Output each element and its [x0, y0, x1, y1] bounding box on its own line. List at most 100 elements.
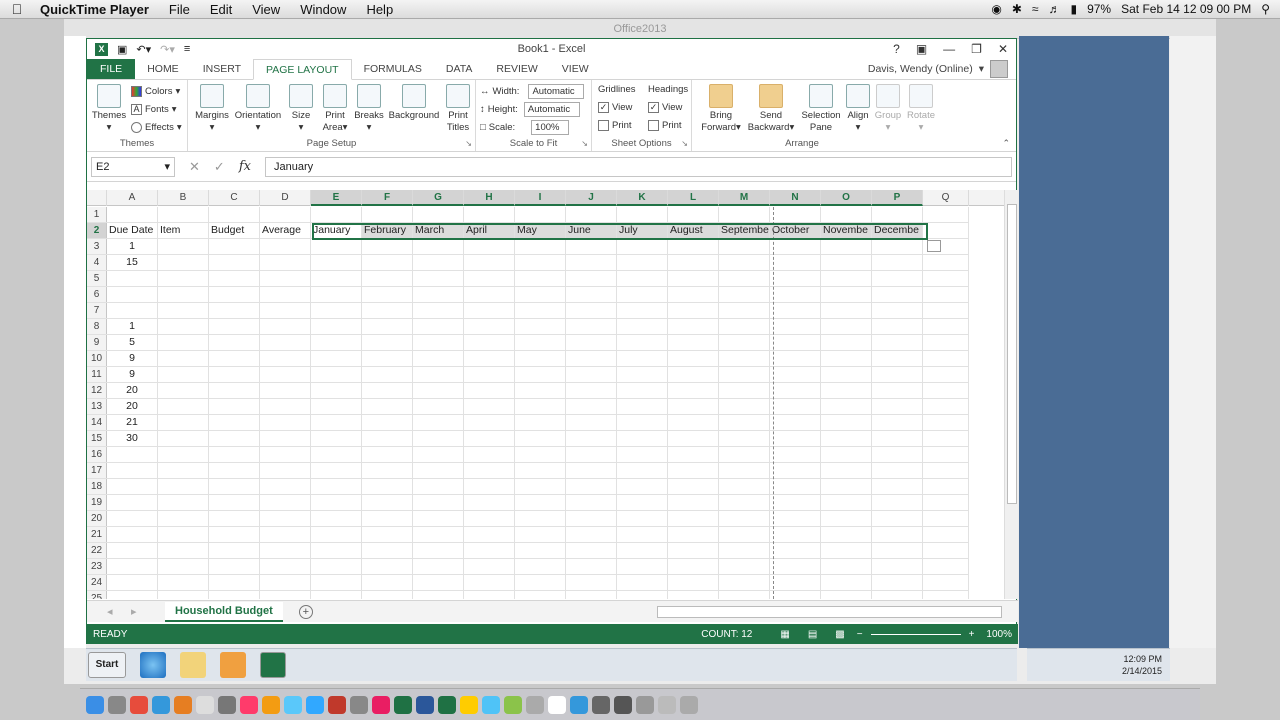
cell-m4[interactable] — [719, 255, 770, 270]
cell-f2[interactable]: February — [362, 223, 413, 238]
row-header[interactable]: 4 — [87, 255, 107, 270]
column-header-n[interactable]: N — [770, 190, 821, 206]
width-select[interactable]: Automatic — [528, 84, 585, 99]
cell-c7[interactable] — [209, 303, 260, 318]
cell-a14[interactable]: 21 — [107, 415, 158, 430]
dock-app-icon[interactable] — [306, 695, 324, 714]
cell-g6[interactable] — [413, 287, 464, 302]
cell-k13[interactable] — [617, 399, 668, 414]
cell-q14[interactable] — [923, 415, 969, 430]
cell-j15[interactable] — [566, 431, 617, 446]
minimize-icon[interactable]: — — [943, 42, 955, 56]
cell-i6[interactable] — [515, 287, 566, 302]
cell-n4[interactable] — [770, 255, 821, 270]
cell-m6[interactable] — [719, 287, 770, 302]
cell-p12[interactable] — [872, 383, 923, 398]
cell-p24[interactable] — [872, 575, 923, 590]
cell-a4[interactable]: 15 — [107, 255, 158, 270]
cell-g20[interactable] — [413, 511, 464, 526]
cell-g16[interactable] — [413, 447, 464, 462]
cell-p23[interactable] — [872, 559, 923, 574]
cell-p17[interactable] — [872, 463, 923, 478]
dock-app-icon[interactable] — [152, 695, 170, 714]
cell-k16[interactable] — [617, 447, 668, 462]
cell-i4[interactable] — [515, 255, 566, 270]
cell-p25[interactable] — [872, 591, 923, 599]
cell-o20[interactable] — [821, 511, 872, 526]
cell-h14[interactable] — [464, 415, 515, 430]
cell-l10[interactable] — [668, 351, 719, 366]
row-header[interactable]: 24 — [87, 575, 107, 590]
help-icon[interactable]: ? — [893, 42, 900, 56]
cell-o24[interactable] — [821, 575, 872, 590]
cell-n6[interactable] — [770, 287, 821, 302]
menu-view[interactable]: View — [242, 2, 290, 17]
cell-k6[interactable] — [617, 287, 668, 302]
cell-q15[interactable] — [923, 431, 969, 446]
cell-a11[interactable]: 9 — [107, 367, 158, 382]
cell-b3[interactable] — [158, 239, 209, 254]
cell-a1[interactable] — [107, 207, 158, 222]
cell-q17[interactable] — [923, 463, 969, 478]
cell-f4[interactable] — [362, 255, 413, 270]
cell-e19[interactable] — [311, 495, 362, 510]
cell-a6[interactable] — [107, 287, 158, 302]
cell-g1[interactable] — [413, 207, 464, 222]
restore-icon[interactable]: ❐ — [971, 42, 982, 56]
orientation-button[interactable]: Orientation ▾ — [232, 84, 284, 134]
cell-j21[interactable] — [566, 527, 617, 542]
select-all-corner[interactable] — [87, 190, 107, 206]
cell-b15[interactable] — [158, 431, 209, 446]
cancel-icon[interactable]: ✕ — [189, 159, 200, 175]
cell-c14[interactable] — [209, 415, 260, 430]
cell-n22[interactable] — [770, 543, 821, 558]
volume-icon[interactable]: ♬ — [1048, 2, 1060, 16]
cell-p3[interactable] — [872, 239, 923, 254]
cell-d18[interactable] — [260, 479, 311, 494]
cell-f16[interactable] — [362, 447, 413, 462]
cell-b19[interactable] — [158, 495, 209, 510]
cell-h25[interactable] — [464, 591, 515, 599]
size-button[interactable]: Size ▾ — [286, 84, 316, 134]
cell-b1[interactable] — [158, 207, 209, 222]
cell-l16[interactable] — [668, 447, 719, 462]
cell-a21[interactable] — [107, 527, 158, 542]
normal-view-icon[interactable]: ▦ — [780, 629, 789, 640]
gridlines-print-checkbox[interactable]: Print — [598, 120, 632, 131]
cell-b18[interactable] — [158, 479, 209, 494]
tab-data[interactable]: DATA — [434, 59, 484, 79]
cell-l6[interactable] — [668, 287, 719, 302]
dock-app-icon[interactable] — [350, 695, 368, 714]
dock-app-icon[interactable] — [108, 695, 126, 714]
cell-m23[interactable] — [719, 559, 770, 574]
cell-k4[interactable] — [617, 255, 668, 270]
cell-q18[interactable] — [923, 479, 969, 494]
dock-app-icon[interactable] — [174, 695, 192, 714]
cell-e6[interactable] — [311, 287, 362, 302]
cell-o17[interactable] — [821, 463, 872, 478]
cell-n16[interactable] — [770, 447, 821, 462]
battery-icon[interactable]: ▮ — [1070, 2, 1077, 16]
cell-m5[interactable] — [719, 271, 770, 286]
cell-n20[interactable] — [770, 511, 821, 526]
menu-file[interactable]: File — [159, 2, 200, 17]
spotlight-icon[interactable]: ⚲ — [1261, 2, 1270, 16]
cell-c21[interactable] — [209, 527, 260, 542]
cell-j10[interactable] — [566, 351, 617, 366]
scale-to-fit-launcher-icon[interactable]: ↘ — [581, 139, 588, 148]
row-header[interactable]: 23 — [87, 559, 107, 574]
cell-a17[interactable] — [107, 463, 158, 478]
cell-c8[interactable] — [209, 319, 260, 334]
tab-file[interactable]: FILE — [87, 59, 136, 79]
record-icon[interactable]: ◉ — [991, 2, 1001, 16]
dock-app-icon[interactable] — [130, 695, 148, 714]
cell-n10[interactable] — [770, 351, 821, 366]
cell-c6[interactable] — [209, 287, 260, 302]
cell-b6[interactable] — [158, 287, 209, 302]
cell-g11[interactable] — [413, 367, 464, 382]
column-header-k[interactable]: K — [617, 190, 668, 206]
cell-q4[interactable] — [923, 255, 969, 270]
fonts-button[interactable]: A Fonts ▾ — [131, 104, 177, 115]
cell-c17[interactable] — [209, 463, 260, 478]
dock-app-icon[interactable] — [394, 695, 412, 714]
